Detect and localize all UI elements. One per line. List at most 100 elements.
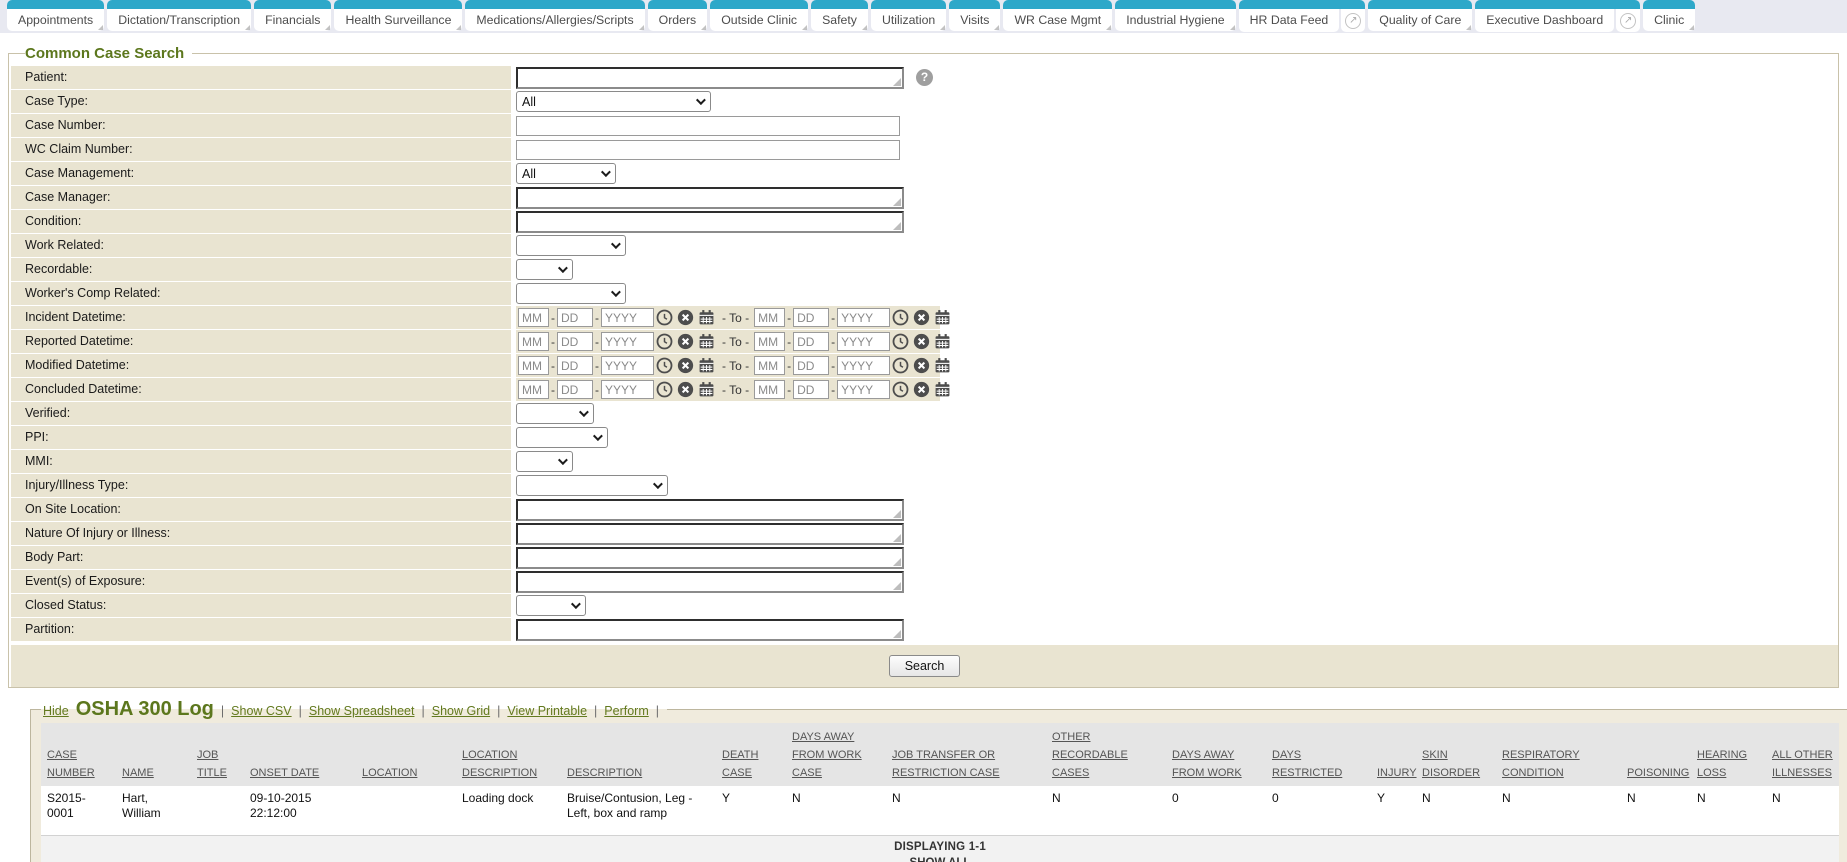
reported-from-year-input[interactable] [601, 332, 654, 351]
sort-link[interactable]: DAYS RESTRICTED [1272, 749, 1342, 779]
sort-link[interactable]: HEARING LOSS [1697, 749, 1747, 779]
external-link-icon[interactable]: ↗ [1616, 9, 1640, 32]
tab-hr-data-feed[interactable]: HR Data Feed ↗ [1239, 0, 1366, 32]
sort-link[interactable]: ALL OTHER ILLNESSES [1772, 749, 1833, 779]
sort-link[interactable]: DAYS AWAY FROM WORK [1172, 749, 1242, 779]
modified-to-month-input[interactable] [754, 356, 785, 375]
concluded-to-month-input[interactable] [754, 380, 785, 399]
clear-date-icon[interactable] [913, 333, 930, 350]
closed-status-select[interactable] [516, 595, 586, 616]
reported-to-month-input[interactable] [754, 332, 785, 351]
time-picker-icon[interactable] [656, 357, 673, 374]
sort-link[interactable]: JOB TITLE [197, 749, 227, 779]
patient-input[interactable] [516, 67, 904, 89]
tab-industrial-hygiene[interactable]: Industrial Hygiene [1115, 0, 1235, 31]
concluded-from-year-input[interactable] [601, 380, 654, 399]
concluded-to-day-input[interactable] [793, 380, 829, 399]
time-picker-icon[interactable] [656, 333, 673, 350]
calendar-icon[interactable] [698, 309, 715, 326]
wc-claim-number-input[interactable] [516, 140, 900, 160]
concluded-from-day-input[interactable] [557, 380, 593, 399]
time-picker-icon[interactable] [656, 381, 673, 398]
modified-from-month-input[interactable] [518, 356, 549, 375]
hide-link[interactable]: Hide [43, 704, 69, 718]
modified-to-day-input[interactable] [793, 356, 829, 375]
time-picker-icon[interactable] [656, 309, 673, 326]
sort-link[interactable]: DAYS AWAY FROM WORK CASE [792, 731, 862, 779]
tab-orders[interactable]: Orders [648, 0, 708, 31]
help-icon[interactable]: ? [916, 69, 933, 86]
recordable-select[interactable] [516, 259, 573, 280]
modified-from-day-input[interactable] [557, 356, 593, 375]
sort-link[interactable]: LOCATION [362, 767, 417, 779]
table-row[interactable]: S2015-0001 Hart, William 09-10-2015 22:1… [41, 786, 1839, 836]
tab-executive-dashboard[interactable]: Executive Dashboard ↗ [1475, 0, 1640, 32]
sort-link[interactable]: RESPIRATORY CONDITION [1502, 749, 1580, 779]
show-spreadsheet-link[interactable]: Show Spreadsheet [309, 704, 415, 718]
sort-link[interactable]: NAME [122, 767, 154, 779]
incident-to-month-input[interactable] [754, 308, 785, 327]
clear-date-icon[interactable] [677, 333, 694, 350]
calendar-icon[interactable] [698, 333, 715, 350]
incident-from-month-input[interactable] [518, 308, 549, 327]
time-picker-icon[interactable] [892, 333, 909, 350]
sort-link[interactable]: SKIN DISORDER [1422, 749, 1480, 779]
incident-from-day-input[interactable] [557, 308, 593, 327]
mmi-select[interactable] [516, 451, 573, 472]
body-part-input[interactable] [516, 547, 904, 569]
injury-illness-type-select[interactable] [516, 475, 668, 496]
sort-link[interactable]: LOCATION DESCRIPTION [462, 749, 537, 779]
concluded-from-month-input[interactable] [518, 380, 549, 399]
calendar-icon[interactable] [698, 357, 715, 374]
sort-link[interactable]: ONSET DATE [250, 767, 319, 779]
on-site-location-input[interactable] [516, 499, 904, 521]
time-picker-icon[interactable] [892, 357, 909, 374]
tab-clinic[interactable]: Clinic [1643, 0, 1695, 31]
case-type-select[interactable]: All [516, 91, 711, 112]
workers-comp-related-select[interactable] [516, 283, 626, 304]
sort-link[interactable]: DESCRIPTION [567, 767, 642, 779]
tab-safety[interactable]: Safety [811, 0, 868, 31]
tab-utilization[interactable]: Utilization [871, 0, 946, 31]
show-grid-link[interactable]: Show Grid [432, 704, 490, 718]
nature-of-injury-input[interactable] [516, 523, 904, 545]
view-printable-link[interactable]: View Printable [507, 704, 587, 718]
sort-link[interactable]: POISONING [1627, 767, 1689, 779]
case-number-input[interactable] [516, 116, 900, 136]
reported-to-day-input[interactable] [793, 332, 829, 351]
tab-quality-of-care[interactable]: Quality of Care [1368, 0, 1472, 31]
external-link-icon[interactable]: ↗ [1341, 9, 1365, 32]
tab-dictation-transcription[interactable]: Dictation/Transcription [107, 0, 251, 31]
sort-link[interactable]: INJURY [1377, 767, 1417, 779]
partition-input[interactable] [516, 619, 904, 641]
tab-medications-allergies-scripts[interactable]: Medications/Allergies/Scripts [465, 0, 644, 31]
clear-date-icon[interactable] [913, 357, 930, 374]
condition-input[interactable] [516, 211, 904, 233]
tab-outside-clinic[interactable]: Outside Clinic [710, 0, 808, 31]
clear-date-icon[interactable] [677, 309, 694, 326]
sort-link[interactable]: OTHER RECORDABLE CASES [1052, 731, 1128, 779]
calendar-icon[interactable] [934, 357, 951, 374]
reported-from-day-input[interactable] [557, 332, 593, 351]
tab-wr-case-mgmt[interactable]: WR Case Mgmt [1003, 0, 1112, 31]
tab-health-surveillance[interactable]: Health Surveillance [334, 0, 462, 31]
modified-to-year-input[interactable] [837, 356, 890, 375]
calendar-icon[interactable] [934, 333, 951, 350]
tab-appointments[interactable]: Appointments [7, 0, 104, 31]
clear-date-icon[interactable] [677, 381, 694, 398]
case-management-select[interactable]: All [516, 163, 616, 184]
show-all-link[interactable]: SHOW ALL [910, 857, 971, 862]
perform-link[interactable]: Perform [604, 704, 648, 718]
events-of-exposure-input[interactable] [516, 571, 904, 593]
sort-link[interactable]: CASE NUMBER [47, 749, 95, 779]
work-related-select[interactable] [516, 235, 626, 256]
calendar-icon[interactable] [934, 381, 951, 398]
time-picker-icon[interactable] [892, 381, 909, 398]
tab-financials[interactable]: Financials [254, 0, 331, 31]
sort-link[interactable]: DEATH CASE [722, 749, 758, 779]
concluded-to-year-input[interactable] [837, 380, 890, 399]
incident-to-day-input[interactable] [793, 308, 829, 327]
ppi-select[interactable] [516, 427, 608, 448]
clear-date-icon[interactable] [913, 309, 930, 326]
calendar-icon[interactable] [698, 381, 715, 398]
